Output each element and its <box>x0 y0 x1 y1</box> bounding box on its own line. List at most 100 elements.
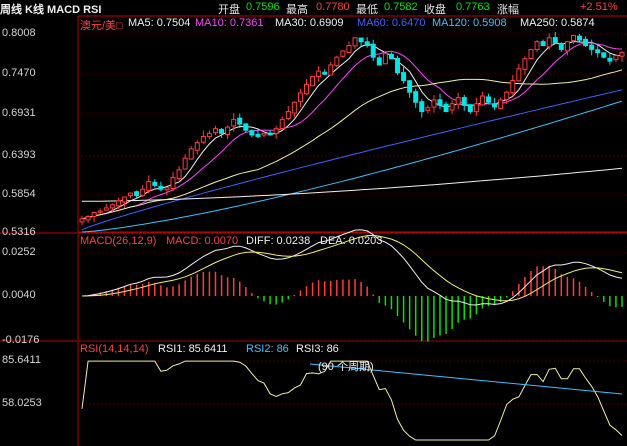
candle-body <box>467 104 473 113</box>
candle-body <box>413 91 419 103</box>
candle-body <box>91 212 97 217</box>
candlesticks <box>79 32 625 226</box>
candle-body <box>85 215 91 221</box>
candle-body <box>570 34 576 42</box>
candle-body <box>164 187 170 191</box>
candle-body <box>443 103 449 113</box>
candle-body <box>540 41 546 47</box>
candle-body <box>303 83 309 95</box>
candle-body <box>492 103 498 108</box>
candle-body <box>255 133 261 137</box>
macd-tick-0: 0.0252 <box>2 246 36 258</box>
candle-body <box>479 95 485 106</box>
candle-body <box>534 41 540 50</box>
candle-body <box>522 58 528 70</box>
candle-body <box>297 92 303 103</box>
candle-body <box>498 99 504 109</box>
price-tick-0: 0.8008 <box>2 27 36 39</box>
candle-body <box>364 41 370 47</box>
candle-body <box>267 132 273 136</box>
ma10-line <box>81 42 623 220</box>
price-tick-1: 0.7470 <box>2 67 36 79</box>
candle-body <box>152 181 158 186</box>
candle-body <box>388 53 394 60</box>
candle-body <box>583 38 589 47</box>
ma30-legend: MA30: 0.6909 <box>275 17 344 29</box>
candle-body <box>382 52 388 65</box>
price-tick-3: 0.6393 <box>2 149 36 161</box>
candle-body <box>352 37 358 47</box>
candle-body <box>219 128 225 134</box>
candle-body <box>431 99 437 108</box>
ma60-line <box>81 89 623 231</box>
candle-body <box>455 97 461 105</box>
candle-body <box>134 191 140 196</box>
candle-body <box>516 68 522 82</box>
diff-value: DIFF: 0.0238 <box>246 235 311 247</box>
candle-body <box>334 56 340 66</box>
candle-body <box>115 200 121 207</box>
dea-value: DEA: 0.0203 <box>320 235 383 247</box>
candle-body <box>564 41 570 52</box>
candle-body <box>103 207 109 211</box>
ma250-legend: MA250: 0.5874 <box>520 17 595 29</box>
ma120-legend: MA120: 0.5908 <box>432 17 507 29</box>
candle-body <box>328 64 334 76</box>
candle-body <box>546 37 552 48</box>
candle-body <box>285 111 291 119</box>
candle-body <box>552 37 558 44</box>
macd-title: MACD(26,12,9) <box>80 235 157 247</box>
candle-body <box>607 57 613 62</box>
ma250-line <box>82 167 623 202</box>
ma5-legend: MA5: 0.7504 <box>128 17 191 29</box>
chart-canvas <box>0 15 627 446</box>
candle-body <box>158 185 164 190</box>
candle-body <box>97 210 103 213</box>
candle-body <box>473 103 479 113</box>
candle-body <box>237 117 243 125</box>
candle-body <box>510 80 516 94</box>
candle-body <box>558 43 564 50</box>
candle-body <box>613 55 619 61</box>
candle-body <box>146 181 152 191</box>
candle-body <box>316 70 322 78</box>
candle-body <box>486 96 492 103</box>
candle-body <box>121 196 127 203</box>
candle-body <box>206 132 212 138</box>
rsi-period-annotation: (90 个周期) <box>318 361 374 373</box>
candle-body <box>449 103 455 111</box>
candle-body <box>358 37 364 43</box>
candle-body <box>182 157 188 170</box>
candle-body <box>528 48 534 60</box>
rsi1-value: RSI1: 85.6411 <box>158 343 228 355</box>
candle-body <box>170 177 176 190</box>
candle-body <box>376 57 382 66</box>
candle-body <box>243 123 249 131</box>
candle-body <box>461 97 467 106</box>
price-tick-5: 0.5316 <box>2 226 36 238</box>
candle-body <box>231 118 237 127</box>
candle-body <box>225 126 231 135</box>
moving-average-lines <box>81 40 623 233</box>
candle-body <box>249 130 255 136</box>
candle-body <box>322 71 328 75</box>
symbol-label: 澳元/美□ <box>80 20 123 32</box>
candle-body <box>419 101 425 113</box>
macd-tick-2: -0.0176 <box>2 334 40 346</box>
ma10-legend: MA10: 0.7361 <box>195 17 264 29</box>
macd-value: MACD: 0.0070 <box>166 235 239 247</box>
rsi-tick-1: 58.0253 <box>2 397 42 409</box>
candle-body <box>577 35 583 41</box>
candle-body <box>310 76 316 87</box>
candle-body <box>188 148 194 160</box>
candle-body <box>273 128 279 134</box>
candle-body <box>176 169 182 179</box>
candle-body <box>194 142 200 151</box>
rsi2-value: RSI2: 86 <box>246 343 289 355</box>
ma30-line <box>81 69 623 220</box>
ma60-legend: MA60: 0.6470 <box>357 17 426 29</box>
candle-body <box>279 118 285 129</box>
candle-body <box>407 80 413 93</box>
candle-body <box>619 51 625 57</box>
rsi3-value: RSI3: 86 <box>296 343 339 355</box>
